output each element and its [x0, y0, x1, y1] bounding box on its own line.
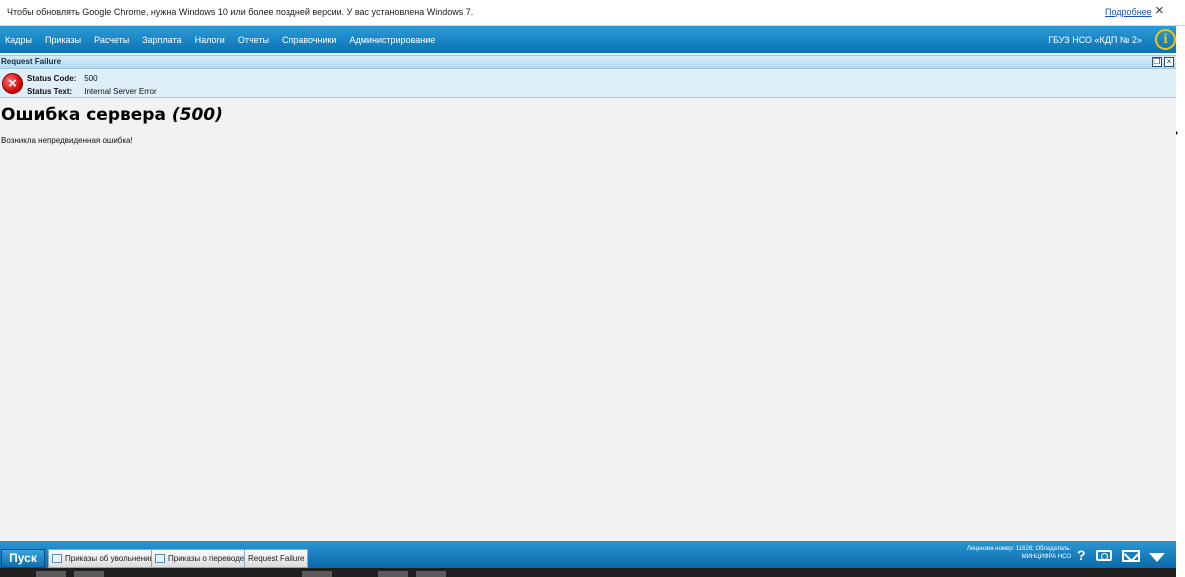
task-transfer-orders[interactable]: Приказы о переводе — [151, 549, 249, 568]
menu-item-administrirovanie[interactable]: Администрирование — [349, 35, 435, 45]
menu-item-zarplata[interactable]: Зарплата — [142, 35, 181, 45]
menu-items: Кадры Приказы Расчеты Зарплата Налоги От… — [5, 26, 448, 53]
menu-item-spravochniki[interactable]: Справочники — [282, 35, 337, 45]
status-box: × Status Code: 500 Status Text: Internal… — [0, 70, 1176, 98]
task-request-failure[interactable]: Request Failure — [244, 549, 309, 568]
menu-item-raschety[interactable]: Расчеты — [94, 35, 129, 45]
infobar-close-icon[interactable]: × — [1155, 3, 1164, 19]
main-menu-bar: Кадры Приказы Расчеты Зарплата Налоги От… — [0, 26, 1176, 53]
taskbar: Пуск Приказы об увольнении Приказы о пер… — [0, 541, 1176, 568]
license-line-1: Лицензия номер: 11626; Обладатель: — [966, 546, 1071, 552]
window-icon — [52, 554, 62, 563]
menu-item-prikazy[interactable]: Приказы — [45, 35, 81, 45]
panel-close-icon[interactable]: × — [1164, 57, 1174, 67]
error-icon: × — [2, 73, 23, 94]
status-code-value: 500 — [84, 74, 98, 83]
task-label: Request Failure — [248, 554, 305, 563]
organization-name: ГБУЗ НСО «КДП № 2» — [1048, 35, 1142, 45]
error-page-title: Ошибка сервера (500) — [1, 105, 223, 125]
task-label: Приказы о переводе — [168, 554, 245, 563]
status-text-value: Internal Server Error — [84, 87, 157, 96]
request-failure-panel-header: Request Failure ❐ × — [0, 55, 1176, 69]
error-title-code: (500) — [171, 105, 223, 125]
status-text-label: Status Text: — [27, 87, 73, 96]
chevron-down-icon[interactable] — [1149, 553, 1165, 562]
status-text-row: Status Text: Internal Server Error — [27, 87, 157, 96]
menu-item-nalogi[interactable]: Налоги — [195, 35, 225, 45]
panel-restore-icon[interactable]: ❐ — [1152, 57, 1162, 67]
menu-item-kadry[interactable]: Кадры — [5, 35, 32, 45]
task-dismissal-orders[interactable]: Приказы об увольнении — [48, 549, 159, 568]
license-info: Лицензия номер: 11626; Обладатель: МИНЦИ… — [967, 545, 1071, 561]
os-taskbar-item[interactable] — [378, 571, 408, 577]
os-taskbar-item[interactable] — [74, 571, 104, 577]
os-taskbar-item[interactable] — [36, 571, 66, 577]
window-right-edge — [1176, 26, 1185, 577]
menu-item-otchety[interactable]: Отчеты — [238, 35, 269, 45]
infobar-message: Чтобы обновлять Google Chrome, нужна Win… — [7, 7, 474, 17]
task-label: Приказы об увольнении — [65, 554, 155, 563]
info-icon[interactable]: i — [1155, 29, 1176, 50]
error-title-text: Ошибка сервера — [1, 105, 166, 125]
os-taskbar-item[interactable] — [302, 571, 332, 577]
application-window: Кадры Приказы Расчеты Зарплата Налоги От… — [0, 26, 1176, 577]
panel-title: Request Failure — [1, 57, 62, 66]
os-taskbar-item[interactable] — [416, 571, 446, 577]
chrome-update-infobar: Чтобы обновлять Google Chrome, нужна Win… — [0, 0, 1185, 26]
status-code-label: Status Code: — [27, 74, 77, 83]
os-taskbar-strip — [0, 568, 1176, 577]
start-button[interactable]: Пуск — [1, 549, 45, 568]
mail-icon[interactable] — [1122, 550, 1140, 562]
license-line-2: МИНЦИФРА НСО — [1021, 554, 1071, 560]
infobar-more-link[interactable]: Подробнее — [1105, 7, 1152, 17]
status-code-row: Status Code: 500 — [27, 74, 98, 83]
camera-icon[interactable] — [1096, 550, 1112, 561]
help-icon[interactable]: ? — [1077, 547, 1086, 563]
window-icon — [155, 554, 165, 563]
error-message: Возникла непредвиденная ошибка! — [1, 136, 133, 145]
